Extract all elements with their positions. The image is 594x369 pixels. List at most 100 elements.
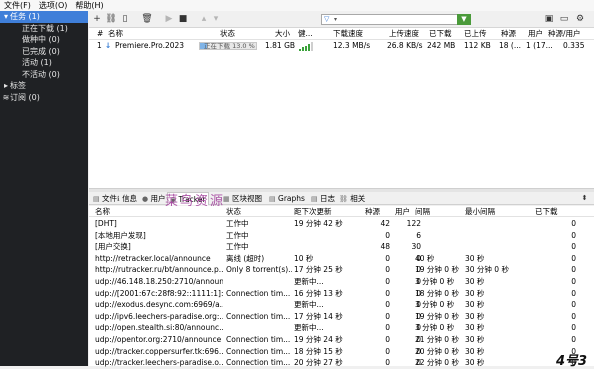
sidebar-item-label: 不活动 (0) [22, 69, 60, 79]
tracker-cell: 30 秒 [465, 288, 485, 298]
sidebar-item[interactable]: 活动 (1) [0, 57, 88, 69]
tracker-col-header[interactable]: 种源 [365, 206, 380, 218]
health-bar [302, 47, 304, 51]
sidebar-item-label: 标签 [10, 81, 26, 90]
tracker-row[interactable]: http://retracker.local/announce 离线 (超时) 10… [89, 253, 594, 265]
pause-icon[interactable]: ■ [177, 13, 189, 26]
tracker-col-header[interactable]: 最小间隔 [465, 206, 495, 218]
tracker-cell: 0 [571, 323, 576, 333]
rss-icon: ≋ [2, 92, 10, 102]
col-size[interactable]: 大小 [275, 28, 290, 40]
tracker-cell: Connection tim... [226, 335, 291, 344]
sidebar-item[interactable]: 做种中 (0) [0, 34, 88, 46]
tracker-col-header[interactable]: 已下载 [535, 206, 558, 218]
delete-icon[interactable]: 🗑 [141, 13, 153, 26]
col-downloaded[interactable]: 已下载 [429, 28, 452, 40]
tracker-cell: 0 [571, 311, 576, 321]
tracker-cell: 40 秒 [415, 253, 435, 263]
tab[interactable]: ⛓ 相关 [337, 192, 367, 205]
tracker-cell: 3 分钟 0 秒 [415, 277, 455, 286]
move-up-icon[interactable]: ▴ [199, 13, 209, 26]
col-up-speed[interactable]: 上传速度 [389, 28, 419, 40]
tracker-cell: 21 分钟 0 秒 [415, 335, 459, 344]
tracker-col-header[interactable]: 用户 [395, 206, 410, 218]
menu-item[interactable]: 帮助(H) [71, 0, 107, 11]
tracker-col-header[interactable]: 距下次更新 [294, 206, 332, 218]
tracker-row[interactable]: [DHT] 工作中 19 分钟 42 秒 42 122 0 [89, 218, 594, 230]
expand-icon: ▾ [3, 12, 8, 21]
tracker-cell: 17 分钟 25 秒 [294, 265, 343, 275]
torrent-size: 1.81 GB [265, 41, 296, 50]
tracker-row[interactable]: udp://tracker.leechers-paradise.o... Conn… [89, 357, 594, 369]
tracker-row[interactable]: udp://exodus.desync.com:6969/a... 更新中... 0… [89, 299, 594, 311]
torrent-list-header: # 名称 状态 大小 健... 下载速度 上传速度 已下载 已上传 种源 用户 … [89, 28, 594, 40]
filter-button[interactable]: ▼ [457, 14, 471, 25]
sidebar-item[interactable]: ▾ 任务 (1) [0, 11, 88, 23]
tab[interactable]: ℹ 信息 [115, 192, 139, 205]
corner-logo: 4号3 [556, 354, 588, 369]
sidebar-item[interactable]: 不活动 (0) [0, 69, 88, 81]
chat-icon[interactable]: ▣ [543, 13, 555, 26]
col-down-speed[interactable]: 下载速度 [333, 28, 363, 40]
tracker-row[interactable]: udp://[2001:67c:28f8:92::1111:1]:... Conn… [89, 288, 594, 300]
sidebar-item[interactable]: ≋订阅 (0) [0, 92, 88, 104]
tab-label: Graphs [278, 194, 305, 203]
sidebar-item[interactable]: 已完成 (0) [0, 46, 88, 58]
tab[interactable]: ▦ 区块视图 [221, 192, 264, 205]
related-icon: ⛓ [339, 195, 348, 203]
torrent-row[interactable]: 1 ↓ Premiere.Pro.2023 正在下载 13.0 % 1.81 G… [89, 40, 594, 52]
add-link-icon[interactable]: ⛓ [105, 13, 117, 26]
tracker-col-header[interactable]: 间隔 [415, 206, 430, 218]
tracker-row[interactable]: udp://ipv6.leechers-paradise.org:... Conn… [89, 311, 594, 323]
tab[interactable]: ▤ Graphs [267, 192, 307, 205]
tracker-cell: 30 秒 [465, 335, 485, 344]
tab-label: 区块视图 [232, 194, 263, 203]
filter-input[interactable]: ▽ ▾ ▼ [321, 14, 471, 25]
tracker-row[interactable]: udp://46.148.18.250:2710/announ... 更新中...… [89, 276, 594, 288]
tracker-row[interactable]: http://rutracker.ru/bt/announce.p... Only… [89, 264, 594, 276]
col-name[interactable]: 名称 [108, 28, 123, 40]
menu-item[interactable]: 选项(O) [35, 0, 72, 11]
collapse-icon: ▸ [3, 81, 8, 90]
sidebar-item-label: 任务 (1) [10, 12, 40, 21]
tracker-cell: 30 分钟 0 秒 [465, 265, 509, 275]
settings-icon[interactable]: ⚙ [574, 13, 586, 26]
col-health[interactable]: 健... [298, 28, 313, 40]
create-torrent-icon[interactable]: ▯ [119, 13, 131, 26]
col-seeds[interactable]: 种源 [501, 28, 516, 40]
tracker-row[interactable]: udp://opentor.org:2710/announce Connectio… [89, 334, 594, 346]
tracker-col-header[interactable]: 状态 [226, 206, 241, 218]
col-uploaded[interactable]: 已上传 [464, 28, 487, 40]
more-tabs-icon[interactable]: ⬍ [580, 194, 589, 203]
tracker-row[interactable]: udp://open.stealth.si:80/announc... 更新中..… [89, 322, 594, 334]
col-num[interactable]: # [97, 28, 103, 40]
menu-item[interactable]: 文件(F) [0, 0, 35, 11]
start-icon[interactable]: ▶ [163, 13, 175, 26]
tracker-cell: 20 分钟 27 秒 [294, 358, 343, 368]
tracker-row[interactable]: [用户交换] 工作中 48 30 0 [89, 241, 594, 253]
tracker-cell: 6 [416, 230, 421, 240]
tracker-cell: http://rutracker.ru/bt/announce.p... [95, 265, 223, 275]
health-bar [308, 43, 310, 51]
tracker-cell: 离线 (超时) [226, 253, 265, 263]
chevron-down-icon[interactable]: ▾ [334, 15, 337, 24]
tracker-row[interactable]: udp://tracker.coppersurfer.tk:696... Conn… [89, 346, 594, 358]
move-down-icon[interactable]: ▾ [211, 13, 221, 26]
tracker-cell: 0 [385, 288, 390, 298]
col-ratio[interactable]: 种源/用户 [548, 28, 581, 40]
tab[interactable]: ● 用户 [140, 192, 168, 205]
tracker-cell: 更新中... [294, 277, 324, 286]
tracker-col-header[interactable]: 名称 [95, 206, 110, 218]
tracker-cell: 工作中 [226, 230, 249, 240]
col-peers[interactable]: 用户 [528, 28, 543, 40]
tracker-row[interactable]: [本地用户发现] 工作中 0 6 0 [89, 230, 594, 242]
sidebar-item[interactable]: ▸ 标签 [0, 80, 88, 92]
ratio: 0.335 [563, 41, 585, 50]
up-speed: 26.8 KB/s [387, 41, 423, 50]
monitor-icon[interactable]: ▭ [558, 13, 570, 26]
tracker-cell: 0 [385, 335, 390, 344]
tab[interactable]: ▤ 日志 [309, 192, 337, 205]
sidebar-item[interactable]: 正在下载 (1) [0, 23, 88, 35]
col-status[interactable]: 状态 [220, 28, 235, 40]
add-torrent-icon[interactable]: + [91, 13, 103, 26]
